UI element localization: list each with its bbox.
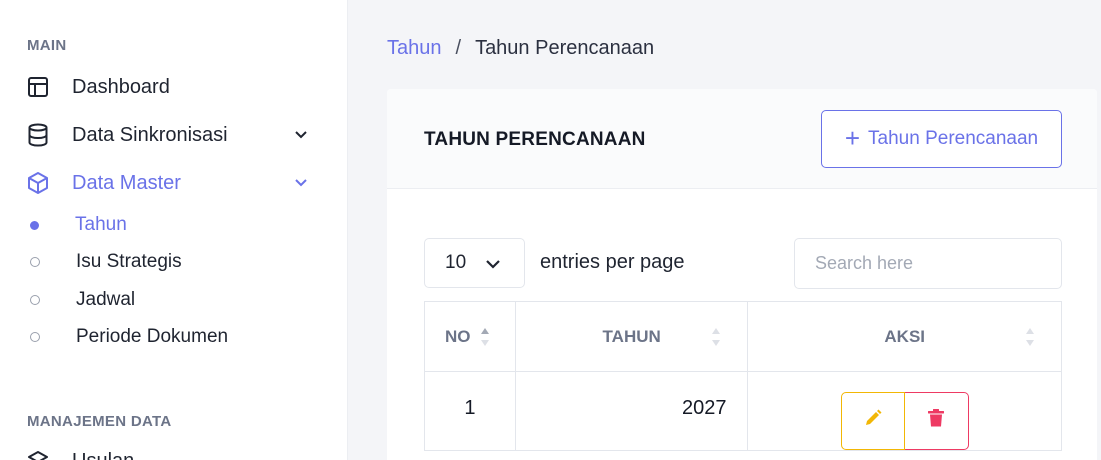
bullet-icon (30, 257, 40, 267)
layout-icon (26, 75, 50, 99)
entries-per-page-select[interactable]: 10 (424, 238, 525, 288)
sidebar-item-usulan[interactable]: Usulan (26, 446, 316, 460)
sidebar-subitem-periode-dokumen[interactable]: Periode Dokumen (30, 324, 228, 350)
cube-icon (26, 171, 50, 195)
sort-icon (1026, 328, 1034, 346)
sidebar-item-label: Data Sinkronisasi (72, 123, 228, 146)
table-row: 1 2027 (424, 371, 1062, 451)
chevron-down-icon (484, 255, 502, 273)
add-tahun-perencanaan-button[interactable]: + Tahun Perencanaan (821, 110, 1062, 168)
chevron-down-icon (292, 174, 310, 192)
sidebar-subitem-jadwal[interactable]: Jadwal (30, 287, 135, 313)
edit-button[interactable] (840, 392, 905, 450)
sidebar-subitem-label: Periode Dokumen (76, 326, 229, 347)
sidebar-item-data-sinkronisasi[interactable]: Data Sinkronisasi (26, 120, 316, 150)
bullet-icon (30, 220, 39, 230)
section-title-manajemen-data: MANAJEMEN DATA (27, 413, 172, 430)
content-card: TAHUN PERENCANAAN + Tahun Perencanaan 10… (387, 89, 1097, 460)
breadcrumb-current: Tahun Perencanaan (475, 37, 655, 59)
sidebar-item-label: Data Master (72, 171, 181, 194)
add-button-label: Tahun Perencanaan (868, 128, 1039, 149)
cell-no: 1 (424, 371, 516, 451)
cell-aksi (747, 371, 1062, 451)
entries-per-page-label: entries per page (540, 251, 685, 273)
breadcrumb: Tahun / Tahun Perencanaan (387, 37, 654, 60)
card-title: TAHUN PERENCANAAN (424, 129, 646, 150)
plus-icon: + (844, 122, 861, 153)
sidebar: MAIN Dashboard Data Sinkronisasi Data Ma… (0, 0, 348, 460)
breadcrumb-link-tahun[interactable]: Tahun (387, 37, 442, 60)
column-header-tahun[interactable]: TAHUN (514, 301, 749, 372)
trash-icon (927, 408, 945, 434)
section-title-main: MAIN (27, 37, 67, 54)
column-header-no[interactable]: NO (424, 301, 516, 372)
card-header: TAHUN PERENCANAAN + Tahun Perencanaan (387, 89, 1097, 189)
layers-icon (26, 449, 50, 460)
column-header-aksi[interactable]: AKSI (747, 301, 1062, 372)
breadcrumb-separator: / (455, 37, 462, 59)
cell-tahun: 2027 (514, 371, 749, 451)
sidebar-subitem-label: Tahun (75, 214, 127, 235)
search-input[interactable] (794, 238, 1062, 289)
pencil-icon (863, 408, 883, 434)
data-table: NO TAHUN AKSI 1 2027 (424, 301, 1062, 451)
table-header-row: NO TAHUN AKSI (424, 301, 1062, 372)
bullet-icon (30, 295, 40, 305)
database-icon (26, 123, 50, 147)
delete-button[interactable] (904, 392, 969, 450)
per-page-value: 10 (445, 252, 467, 273)
sidebar-subitem-label: Jadwal (76, 289, 136, 310)
sort-icon (481, 328, 489, 346)
bullet-icon (30, 332, 40, 342)
chevron-down-icon (292, 126, 310, 144)
sidebar-subitem-tahun[interactable]: Tahun (30, 212, 127, 238)
sort-icon (712, 328, 721, 346)
sidebar-item-label: Usulan (72, 450, 134, 460)
action-buttons (840, 392, 969, 450)
sidebar-item-dashboard[interactable]: Dashboard (26, 72, 316, 102)
sidebar-subitem-label: Isu Strategis (76, 251, 182, 272)
sidebar-item-data-master[interactable]: Data Master (26, 168, 316, 198)
sidebar-item-label: Dashboard (72, 75, 170, 98)
sidebar-subitem-isu-strategis[interactable]: Isu Strategis (30, 249, 182, 275)
